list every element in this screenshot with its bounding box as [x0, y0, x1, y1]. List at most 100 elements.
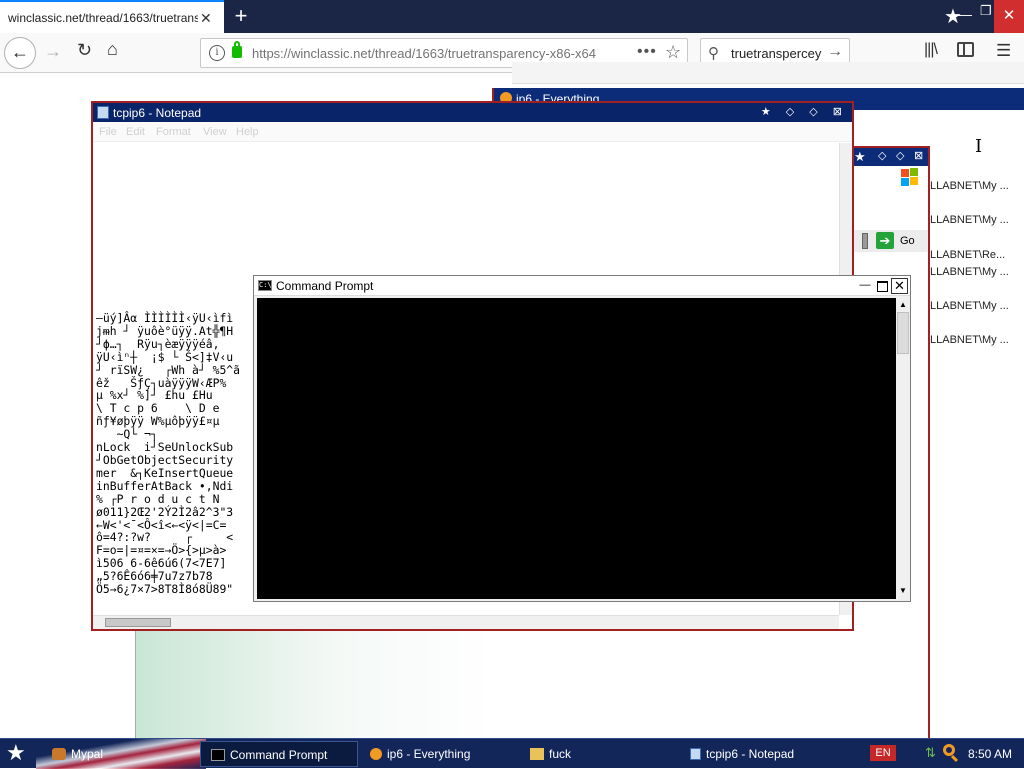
taskbar-item-label: tcpip6 - Notepad: [706, 747, 795, 761]
home-icon[interactable]: ⌂: [107, 39, 118, 60]
search-go-icon[interactable]: →: [827, 43, 843, 61]
minimize-icon[interactable]: —: [858, 279, 872, 293]
notepad-text-line: ┘ObGetObjectSecurity: [96, 452, 234, 467]
notepad-title: tcpip6 - Notepad: [113, 106, 202, 120]
notepad-text-line: ø011}2Œ2'2Ý2Ì2â2^3"3: [96, 504, 234, 519]
maximize-icon[interactable]: [875, 279, 889, 293]
menu-format[interactable]: Format: [156, 126, 191, 138]
taskbar: ★ Mypal Command Prompt ip6 - Everything …: [0, 738, 1024, 769]
notepad-app-icon: [97, 106, 109, 119]
notepad-text-line: —üý]Âα ÌÌÌÌÌÌ‹ÿU‹ìfì: [96, 311, 234, 325]
notepad-window-controls[interactable]: ★ ◇ ◇ ⊠: [761, 105, 848, 118]
taskbar-item-label: ip6 - Everything: [387, 747, 471, 761]
notepad-text-line: ÿU‹ìⁿ┼ ¡$ └ Š<]‡V‹u: [96, 349, 234, 364]
scroll-up-icon[interactable]: ▲: [899, 300, 907, 309]
taskbar-item-everything[interactable]: ip6 - Everything: [370, 741, 520, 767]
notepad-text-line: ┘ϕ…┐ Rÿu┐èæÿÿÿéâ,: [96, 336, 234, 351]
list-item[interactable]: LLABNET\My ...: [930, 334, 1009, 346]
text-cursor-icon: I: [975, 136, 983, 157]
tab-close-icon[interactable]: ✕: [200, 10, 212, 27]
notepad-text-content: —üý]Âα ÌÌÌÌÌÌ‹ÿU‹ìfì jᵯh ┘ ÿuôè°üÿÿ.At╬¶H…: [96, 312, 240, 596]
url-host: https://winclassic.net: [252, 46, 372, 61]
go-arrow-icon[interactable]: ➔: [876, 232, 894, 249]
url-path: /thread/1663/truetransparency-x86-x64: [371, 46, 596, 61]
console-area[interactable]: [257, 298, 896, 599]
list-item[interactable]: LLABNET\My ...: [930, 180, 1009, 192]
window-minimize-icon[interactable]: —: [958, 6, 972, 22]
new-tab-button[interactable]: +: [229, 3, 253, 29]
small-window-star-icon[interactable]: ★: [854, 149, 866, 165]
notepad-text-line: mer &┐KeInsertQueue: [96, 465, 234, 480]
reload-icon[interactable]: ↻: [77, 40, 92, 61]
close-icon[interactable]: ✕: [891, 278, 908, 294]
back-arrow-icon[interactable]: ←: [4, 37, 36, 69]
small-window-close-icon[interactable]: ⊠: [914, 149, 923, 162]
small-window-maximize-icon[interactable]: ◇: [896, 149, 904, 162]
notepad-text-line: inBufferAtBack •,Ndi: [96, 478, 234, 493]
taskbar-item-mypal[interactable]: Mypal: [52, 741, 192, 767]
taskbar-item-command-prompt[interactable]: Command Prompt: [200, 741, 358, 767]
start-button-star-icon[interactable]: ★: [6, 740, 26, 766]
search-tray-icon[interactable]: [943, 744, 955, 756]
taskbar-item-notepad[interactable]: tcpip6 - Notepad: [690, 741, 850, 767]
everything-column-header[interactable]: [512, 62, 1024, 84]
notepad-text-line: ┘ rïSW¿ ┌Wh à┘ %5^ã: [96, 362, 241, 377]
tab-strip: winclassic.net/thread/1663/truetranspare…: [0, 0, 1024, 33]
window-close-icon[interactable]: ✕: [994, 0, 1024, 33]
search-icon: ⚲: [708, 45, 719, 62]
mypal-icon: [52, 748, 66, 760]
notepad-text-line: Ö5→6¿7×7>8T8Ì8ó8Ü89": [96, 582, 234, 597]
windows-logo-icon: [900, 168, 918, 186]
scroll-down-icon[interactable]: ▼: [899, 586, 907, 595]
folder-icon: [530, 748, 544, 760]
window-restore-icon[interactable]: ❐: [980, 3, 992, 19]
browser-tab-active[interactable]: winclassic.net/thread/1663/truetranspare…: [0, 0, 224, 33]
menu-edit[interactable]: Edit: [126, 126, 145, 138]
cmd-title-bar[interactable]: C:\ Command Prompt — ✕: [254, 276, 910, 296]
background-window: [135, 631, 930, 739]
notepad-title-bar[interactable]: tcpip6 - Notepad ★ ◇ ◇ ⊠: [93, 103, 852, 122]
menu-help[interactable]: Help: [236, 126, 259, 138]
taskbar-item-label: fuck: [549, 747, 572, 761]
info-icon[interactable]: i: [209, 45, 225, 61]
library-icon[interactable]: |||\: [924, 41, 938, 59]
network-tray-icon[interactable]: ⇅: [925, 745, 936, 761]
everything-icon: [370, 748, 382, 760]
command-prompt-window[interactable]: C:\ Command Prompt — ✕ ▲ ▼: [253, 275, 911, 602]
url-text[interactable]: https://winclassic.net/thread/1663/truet…: [252, 46, 596, 61]
list-item[interactable]: LLABNET\My ...: [930, 300, 1009, 312]
notepad-icon: [690, 748, 701, 760]
toolbar-grip[interactable]: [862, 233, 868, 249]
small-window-minimize-icon[interactable]: ◇: [878, 149, 886, 162]
cmd-app-icon: C:\: [258, 280, 272, 291]
notepad-horizontal-scrollbar[interactable]: [93, 615, 839, 629]
search-input[interactable]: truetranspercey: [731, 46, 821, 61]
small-window-title-bar[interactable]: ★ ◇ ◇ ⊠: [852, 148, 928, 166]
taskbar-item-label: Command Prompt: [230, 748, 328, 762]
menu-file[interactable]: File: [99, 126, 117, 138]
list-item[interactable]: LLABNET\My ...: [930, 214, 1009, 226]
cmd-title: Command Prompt: [276, 279, 374, 293]
list-item[interactable]: LLABNET\Re...: [930, 249, 1005, 261]
clock[interactable]: 8:50 AM: [968, 747, 1012, 761]
go-button[interactable]: Go: [900, 235, 915, 247]
list-item[interactable]: LLABNET\My ...: [930, 266, 1009, 278]
sidebar-icon[interactable]: [957, 42, 974, 57]
forward-arrow-icon[interactable]: →: [44, 41, 62, 62]
taskbar-item-label: Mypal: [71, 747, 104, 761]
cmd-vertical-scrollbar[interactable]: ▲ ▼: [896, 298, 910, 599]
tab-title: winclassic.net/thread/1663/truetranspare…: [8, 11, 198, 25]
scrollbar-thumb[interactable]: [897, 312, 909, 354]
cmd-icon: [211, 749, 225, 761]
notepad-text-line: jᵯh ┘ ÿuôè°üÿÿ.At╬¶H: [96, 323, 234, 338]
lock-icon[interactable]: [232, 41, 242, 58]
notepad-text-line: % ┌P r o d u c t N: [96, 491, 220, 506]
page-actions-icon[interactable]: •••: [637, 43, 657, 61]
language-indicator[interactable]: EN: [870, 745, 896, 761]
bookmark-star-icon[interactable]: ☆: [665, 42, 681, 63]
scrollbar-thumb[interactable]: [105, 618, 171, 627]
go-toolbar: ➔ Go: [852, 230, 928, 252]
taskbar-item-folder[interactable]: fuck: [530, 741, 670, 767]
menu-view[interactable]: View: [203, 126, 227, 138]
hamburger-menu-icon[interactable]: ☰: [996, 41, 1011, 61]
